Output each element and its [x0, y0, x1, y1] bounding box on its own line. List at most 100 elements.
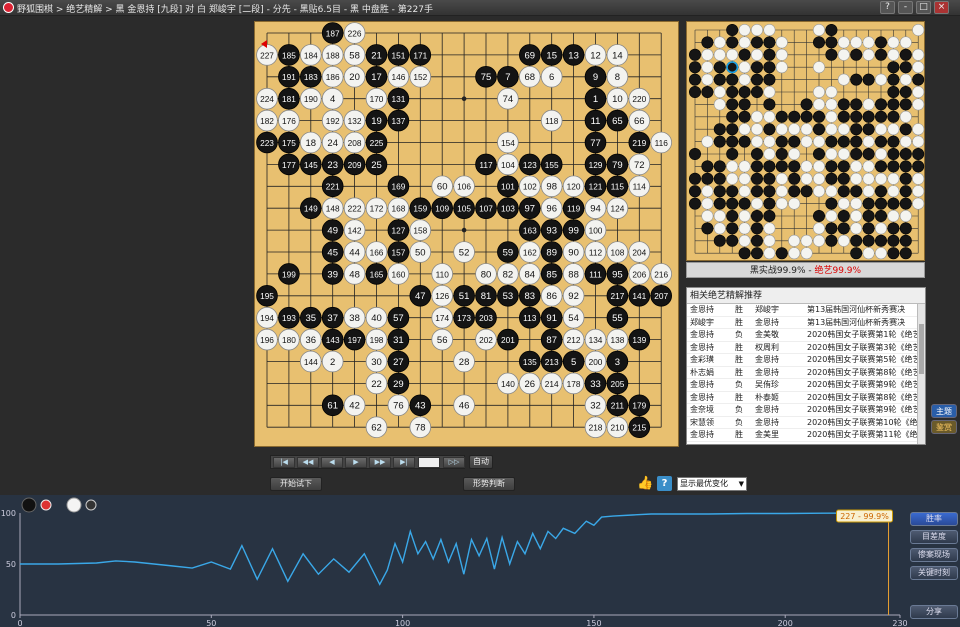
white-stone[interactable]: 146	[387, 66, 410, 88]
black-stone[interactable]: 179	[628, 394, 651, 417]
black-stone[interactable]: 143	[321, 328, 344, 351]
black-stone[interactable]: 27	[387, 350, 410, 373]
white-stone[interactable]: 212	[562, 328, 585, 351]
white-stone[interactable]: 162	[518, 241, 541, 263]
white-stone[interactable]: 208	[343, 131, 366, 154]
white-stone[interactable]: 120	[562, 175, 585, 198]
black-stone[interactable]: 85	[540, 263, 563, 285]
white-stone[interactable]: 106	[453, 175, 475, 198]
black-stone[interactable]: 225	[365, 131, 388, 154]
position-judge-button[interactable]: 形势判断	[463, 477, 515, 491]
black-stone[interactable]: 219	[628, 131, 651, 154]
white-stone[interactable]: 12	[584, 44, 607, 66]
black-stone[interactable]: 95	[606, 263, 629, 285]
white-stone[interactable]: 100	[584, 219, 607, 241]
share-button[interactable]: 分享	[910, 605, 958, 619]
record-row[interactable]: 朴志娟 胜 金恩持 2020韩国女子联赛第8轮《绝艺	[687, 367, 925, 379]
white-stone[interactable]: 20	[343, 66, 366, 88]
black-stone[interactable]: 109	[431, 197, 454, 220]
white-stone[interactable]: 104	[497, 153, 519, 176]
black-stone[interactable]: 15	[540, 44, 563, 66]
black-stone[interactable]: 139	[628, 328, 651, 351]
white-stone[interactable]: 112	[584, 241, 607, 263]
white-stone[interactable]: 52	[453, 241, 475, 263]
white-stone[interactable]: 58	[343, 44, 366, 66]
white-stone[interactable]: 46	[453, 394, 475, 417]
black-stone[interactable]: 213	[540, 350, 563, 373]
white-stone[interactable]: 196	[256, 328, 278, 351]
white-stone[interactable]: 66	[628, 109, 651, 132]
black-stone[interactable]: 91	[540, 306, 563, 329]
try-branch-button[interactable]: 开始试下	[270, 477, 322, 491]
black-stone[interactable]: 47	[409, 284, 432, 307]
white-stone[interactable]: 108	[606, 241, 629, 263]
black-stone[interactable]: 93	[540, 219, 563, 241]
main-topic-button[interactable]: 主题	[931, 404, 957, 418]
white-stone[interactable]: 118	[540, 109, 563, 132]
white-stone[interactable]: 186	[321, 66, 344, 88]
white-stone[interactable]: 96	[540, 197, 563, 220]
black-stone[interactable]: 37	[321, 306, 344, 329]
black-stone[interactable]: 151	[387, 44, 410, 66]
black-stone[interactable]: 59	[497, 241, 519, 263]
goal-diff-tab-button[interactable]: 目差度	[910, 530, 958, 544]
black-stone[interactable]: 165	[365, 263, 388, 285]
black-stone[interactable]: 173	[453, 306, 475, 329]
white-stone[interactable]: 116	[650, 131, 673, 154]
white-stone[interactable]: 204	[628, 241, 651, 263]
black-stone[interactable]: 43	[409, 394, 432, 417]
forward-one-button[interactable]: ▶	[345, 457, 367, 468]
white-stone[interactable]: 138	[606, 328, 629, 351]
black-stone[interactable]: 29	[387, 372, 410, 395]
back-one-button[interactable]: ◀	[321, 457, 343, 468]
white-stone[interactable]: 166	[365, 241, 388, 263]
black-stone[interactable]: 57	[387, 306, 410, 329]
win-rate-chart[interactable]: 0 50 100 0 50 100 150 200 230 227 - 99.9%	[0, 495, 960, 627]
black-stone[interactable]: 111	[584, 263, 607, 285]
white-stone[interactable]: 80	[475, 263, 497, 285]
back-ten-button[interactable]: ◀◀	[297, 457, 319, 468]
black-stone[interactable]: 209	[343, 153, 366, 176]
white-stone[interactable]: 4	[321, 87, 344, 110]
white-stone[interactable]: 168	[387, 197, 410, 220]
black-stone[interactable]: 45	[321, 241, 344, 263]
black-stone[interactable]: 83	[518, 284, 541, 307]
white-stone[interactable]: 60	[431, 175, 454, 198]
maximize-button[interactable]: □	[916, 1, 931, 14]
white-stone[interactable]: 36	[300, 328, 322, 351]
black-stone[interactable]: 5	[562, 350, 585, 373]
record-row[interactable]: 金奈境 负 金恩持 2020韩国女子联赛第9轮《绝艺	[687, 404, 925, 417]
help-icon[interactable]: ?	[657, 476, 672, 491]
black-stone[interactable]: 53	[497, 284, 519, 307]
black-stone[interactable]: 149	[300, 197, 322, 220]
black-stone[interactable]: 31	[387, 328, 410, 351]
black-stone[interactable]: 9	[584, 66, 607, 88]
white-stone[interactable]: 200	[584, 350, 607, 373]
white-record-icon[interactable]	[85, 499, 97, 511]
black-stone[interactable]: 51	[453, 284, 475, 307]
thumbs-up-icon[interactable]: 👍	[637, 476, 654, 491]
white-stone[interactable]: 86	[540, 284, 563, 307]
white-stone[interactable]: 62	[365, 416, 388, 439]
black-stone[interactable]: 217	[606, 284, 629, 307]
black-stone[interactable]: 127	[387, 219, 410, 241]
white-stone[interactable]: 216	[650, 263, 673, 285]
white-stone[interactable]: 182	[256, 109, 278, 132]
variation-select[interactable]: 显示最优变化 ▼	[677, 477, 747, 491]
black-stone[interactable]: 99	[562, 219, 585, 241]
black-stone[interactable]: 113	[518, 306, 541, 329]
black-stone[interactable]: 77	[584, 131, 607, 154]
white-stone[interactable]: 6	[540, 66, 563, 88]
black-stone[interactable]: 25	[365, 153, 388, 176]
white-stone[interactable]: 222	[343, 197, 366, 220]
black-stone[interactable]: 65	[606, 109, 629, 132]
overturn-tab-button[interactable]: 惨案现场	[910, 548, 958, 562]
black-stone[interactable]: 1	[584, 87, 607, 110]
white-stone[interactable]: 78	[409, 416, 432, 439]
black-stone[interactable]: 159	[409, 197, 432, 220]
black-stone[interactable]: 97	[518, 197, 541, 220]
white-stone[interactable]: 42	[343, 394, 366, 417]
record-row[interactable]: 金彩璜 胜 金恩持 2020韩国女子联赛第5轮《绝艺	[687, 354, 925, 367]
auto-play-button[interactable]: 自动	[469, 455, 493, 469]
white-stone[interactable]: 94	[584, 197, 607, 220]
